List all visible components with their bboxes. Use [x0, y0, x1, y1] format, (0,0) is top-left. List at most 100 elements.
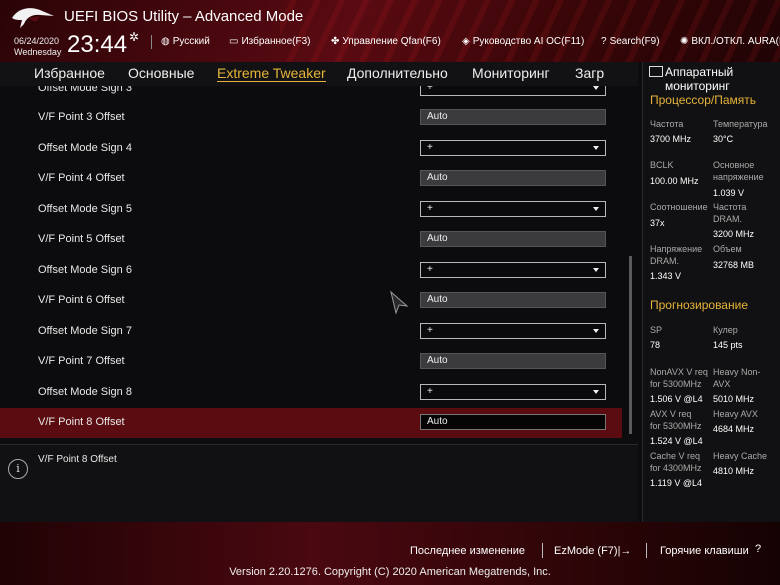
tab-monitor[interactable]: Мониторинг	[472, 65, 550, 81]
clock-time[interactable]: 23:44	[67, 31, 127, 59]
chevron-down-icon	[593, 329, 599, 333]
offset-value-field[interactable]: Auto	[420, 414, 606, 430]
core-voltage-label: Основное напряжение	[713, 160, 764, 182]
ratio-value: 37x	[650, 218, 665, 228]
heavy-avx-label: Heavy AVX	[713, 409, 758, 419]
setting-row[interactable]: V/F Point 4 Offset Auto	[0, 164, 622, 194]
hardware-monitor-panel: Аппаратный мониторинг Процессор/Память Ч…	[642, 62, 780, 522]
avx-value: 1.524 V @L4	[650, 436, 703, 446]
nonavx-value: 1.506 V @L4	[650, 394, 703, 404]
rog-logo-icon	[12, 8, 54, 29]
setting-row[interactable]: Offset Mode Sign 3 +	[0, 86, 622, 104]
offset-value-field[interactable]: Auto	[420, 292, 606, 308]
header-divider	[151, 35, 152, 49]
last-change-button[interactable]: Последнее изменение	[410, 545, 525, 557]
footer-divider	[542, 543, 543, 558]
language-button[interactable]: ◍ Русский	[161, 36, 210, 47]
nonavx-freq: for 5300MHz	[650, 379, 702, 389]
monitor-title: Аппаратный мониторинг	[665, 65, 734, 93]
gear-icon[interactable]: ✲	[129, 30, 139, 44]
version-text: Version 2.20.1276. Copyright (C) 2020 Am…	[229, 566, 551, 578]
setting-row[interactable]: Offset Mode Sign 6 +	[0, 256, 622, 286]
bclk-label: BCLK	[650, 160, 674, 170]
heavy-nonavx-label: Heavy Non-AVX	[713, 367, 761, 389]
tab-main[interactable]: Основные	[128, 65, 194, 81]
temp-label: Температура	[713, 119, 768, 129]
offset-sign-select[interactable]: +	[420, 323, 606, 339]
aura-icon: ✺	[680, 36, 689, 47]
heavy-cache-label: Heavy Cache	[713, 451, 768, 461]
date-display: 06/24/2020 Wednesday	[14, 36, 61, 58]
setting-label: V/F Point 7 Offset	[38, 355, 125, 367]
tab-extreme-tweaker[interactable]: Extreme Tweaker	[217, 65, 326, 82]
chevron-down-icon	[593, 268, 599, 272]
offset-sign-select[interactable]: +	[420, 140, 606, 156]
dram-freq-label: Частота DRAM.	[713, 202, 747, 224]
sp-value: 78	[650, 340, 661, 350]
date-text: 06/24/2020	[14, 36, 60, 46]
offset-value-field[interactable]: Auto	[420, 109, 606, 125]
capacity-value: 32768 MB	[713, 260, 755, 270]
hotkeys-icon[interactable]: ?	[755, 543, 761, 555]
avx-label: AVX V req	[650, 409, 692, 419]
setting-row[interactable]: V/F Point 7 Offset Auto	[0, 347, 622, 377]
ai-oc-guide-button[interactable]: ◈ Руководство AI OC(F11)	[462, 36, 584, 47]
capacity-label: Объем	[713, 244, 742, 254]
cpu-memory-title: Процессор/Память	[650, 93, 756, 107]
aura-toggle-button[interactable]: ✺ВКЛ./ОТКЛ. AURA(F4)	[680, 36, 780, 47]
sp-label: SP	[650, 325, 663, 335]
setting-row[interactable]: Offset Mode Sign 7 +	[0, 317, 622, 347]
offset-sign-select[interactable]: +	[420, 384, 606, 400]
offset-sign-select[interactable]: +	[420, 262, 606, 278]
ezmode-button[interactable]: EzMode (F7)|→	[554, 545, 631, 557]
cache-label: Cache V req	[650, 451, 701, 461]
favorites-button[interactable]: ▭ Избранное(F3)	[229, 36, 310, 47]
setting-row[interactable]: V/F Point 3 Offset Auto	[0, 103, 622, 133]
hotkeys-button[interactable]: Горячие клавиши	[660, 545, 749, 557]
freq-label: Частота	[650, 119, 684, 129]
header-bar: UEFI BIOS Utility – Advanced Mode 06/24/…	[0, 0, 780, 62]
temp-value: 30°C	[713, 134, 734, 144]
tab-advanced[interactable]: Дополнительно	[347, 65, 448, 81]
setting-label: Offset Mode Sign 6	[38, 264, 132, 276]
chevron-down-icon	[593, 86, 599, 90]
offset-value-field[interactable]: Auto	[420, 353, 606, 369]
chevron-down-icon	[593, 207, 599, 211]
cache-value: 1.119 V @L4	[650, 478, 703, 488]
main-tabs: Избранное Основные Extreme Tweaker Допол…	[0, 62, 638, 87]
offset-sign-select[interactable]: +	[420, 201, 606, 217]
setting-row[interactable]: Offset Mode Sign 4 +	[0, 134, 622, 164]
dram-freq-value: 3200 MHz	[713, 229, 755, 239]
setting-row[interactable]: Offset Mode Sign 5 +	[0, 195, 622, 225]
heavy-nonavx-value: 5010 MHz	[713, 394, 755, 404]
bclk-value: 100.00 MHz	[650, 176, 699, 186]
cooler-label: Кулер	[713, 325, 738, 335]
fan-icon: ✤	[331, 36, 340, 47]
setting-label: Offset Mode Sign 5	[38, 203, 132, 215]
tab-boot[interactable]: Загр	[575, 65, 604, 81]
help-text: V/F Point 8 Offset	[38, 454, 117, 465]
search-button[interactable]: ? Search(F9)	[601, 36, 660, 47]
setting-label: V/F Point 6 Offset	[38, 294, 125, 306]
search-icon: ?	[601, 36, 607, 47]
offset-sign-select[interactable]: +	[420, 86, 606, 96]
scrollbar[interactable]	[629, 256, 632, 434]
offset-value-field[interactable]: Auto	[420, 170, 606, 186]
footer-divider	[646, 543, 647, 558]
chevron-down-icon	[593, 146, 599, 150]
setting-row-selected[interactable]: V/F Point 8 Offset Auto	[0, 408, 622, 438]
heavy-avx-value: 4684 MHz	[713, 424, 755, 434]
setting-row[interactable]: V/F Point 5 Offset Auto	[0, 225, 622, 255]
ai-oc-icon: ◈	[462, 36, 470, 47]
setting-label: Offset Mode Sign 8	[38, 386, 132, 398]
offset-value-field[interactable]: Auto	[420, 231, 606, 247]
setting-row[interactable]: Offset Mode Sign 8 +	[0, 378, 622, 408]
footer-bar: Последнее изменение EzMode (F7)|→ Горячи…	[0, 522, 780, 585]
qfan-button[interactable]: ✤ Управление Qfan(F6)	[331, 36, 441, 47]
nonavx-label: NonAVX V req	[650, 367, 708, 377]
setting-row[interactable]: V/F Point 6 Offset Auto	[0, 286, 622, 316]
cache-freq: for 4300MHz	[650, 463, 702, 473]
tab-favorites[interactable]: Избранное	[34, 65, 105, 81]
chevron-down-icon	[593, 390, 599, 394]
help-panel: i V/F Point 8 Offset	[0, 444, 638, 523]
